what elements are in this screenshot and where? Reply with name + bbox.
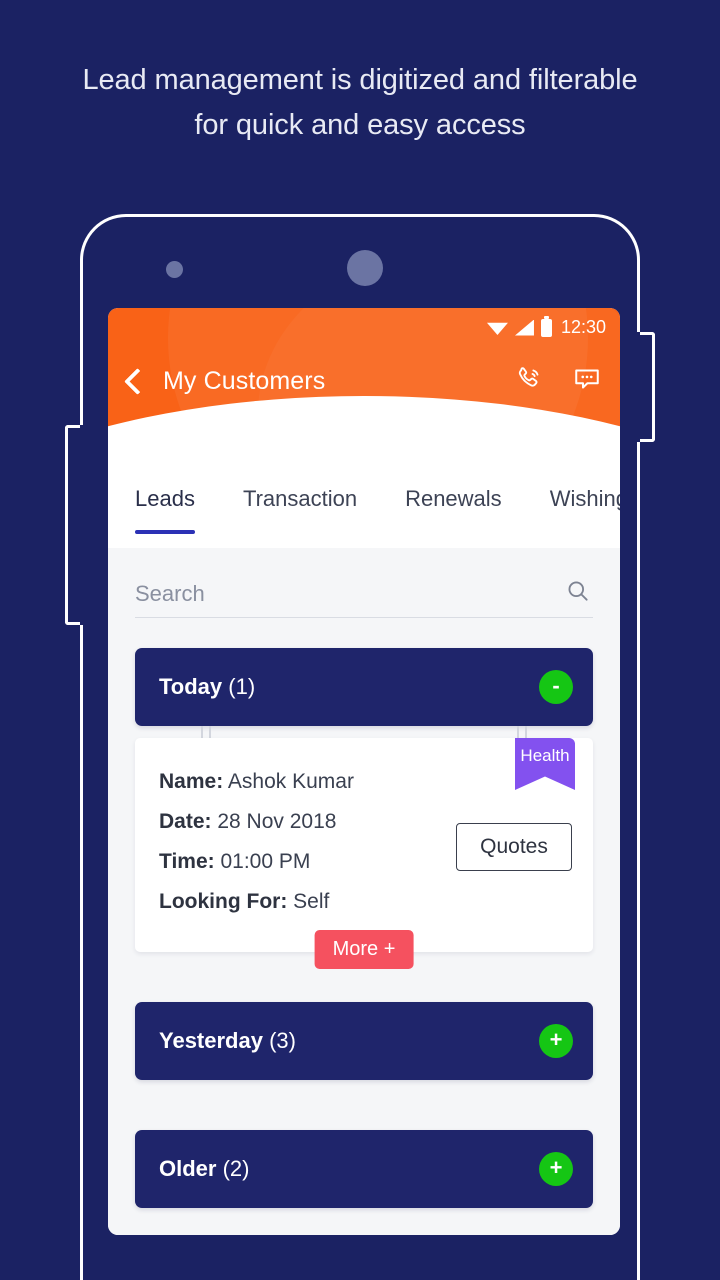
tick-mark (517, 726, 519, 738)
lead-value-looking-for: Self (293, 890, 330, 913)
header-actions (514, 364, 602, 399)
earpiece-speaker (347, 250, 383, 286)
app-screen: 12:30 My Customers Leads Transaction Ren… (108, 308, 620, 1235)
app-header: 12:30 My Customers (108, 308, 620, 458)
lead-label-looking-for: Looking For: (159, 890, 288, 913)
status-bar: 12:30 (486, 315, 606, 338)
section-title-yesterday: Yesterday (3) (159, 1028, 539, 1054)
volume-button-mask (80, 425, 86, 625)
tab-bar: Leads Transaction Renewals Wishing P (108, 458, 620, 548)
lead-label-date: Date: (159, 810, 212, 833)
phone-frame: 12:30 My Customers Leads Transaction Ren… (65, 214, 655, 1280)
section-toggle-today[interactable]: - (539, 670, 573, 704)
section-header-today[interactable]: Today (1) - (135, 648, 593, 726)
tick-mark (209, 726, 211, 738)
lead-value-name: Ashok Kumar (227, 770, 354, 793)
quotes-button[interactable]: Quotes (456, 823, 572, 871)
search-bar (135, 570, 593, 618)
status-bar-clock: 12:30 (560, 317, 606, 337)
lead-card[interactable]: Health Name: Ashok Kumar Date: 28 Nov 20… (135, 738, 593, 969)
section-name-older: Older (159, 1156, 217, 1181)
content-area: Today (1) - Health Name: Ashok Kumar (108, 548, 620, 1235)
tab-renewals[interactable]: Renewals (405, 458, 502, 512)
front-camera (166, 261, 183, 278)
tick-mark (201, 726, 203, 738)
section-count-older: (2) (222, 1156, 250, 1181)
lead-label-name: Name: (159, 770, 224, 793)
tab-transaction[interactable]: Transaction (243, 458, 357, 512)
section-name-today: Today (159, 674, 223, 699)
search-icon[interactable] (565, 578, 591, 609)
back-chevron-icon[interactable] (124, 367, 151, 395)
section-count-today: (1) (228, 674, 256, 699)
lead-value-date: 28 Nov 2018 (217, 810, 337, 833)
lead-value-time: 01:00 PM (220, 850, 311, 873)
promo-headline-line-2: for quick and easy access (194, 109, 526, 141)
section-toggle-yesterday[interactable]: + (539, 1024, 573, 1058)
promo-headline: Lead management is digitized and filtera… (0, 58, 720, 148)
tab-wishing[interactable]: Wishing P (550, 458, 620, 512)
section-header-older[interactable]: Older (2) + (135, 1130, 593, 1208)
signal-icon (514, 319, 534, 336)
lead-field-looking-for: Looking For: Self (159, 882, 569, 922)
lead-label-time: Time: (159, 850, 215, 873)
section-name-yesterday: Yesterday (159, 1028, 263, 1053)
title-bar: My Customers (108, 354, 620, 408)
tab-leads[interactable]: Leads (135, 458, 195, 534)
promo-headline-line-1: Lead management is digitized and filtera… (82, 64, 638, 96)
search-input[interactable] (135, 580, 593, 607)
power-button-mask (634, 332, 640, 442)
section-toggle-older[interactable]: + (539, 1152, 573, 1186)
section-title-older: Older (2) (159, 1156, 539, 1182)
card-connector-ticks (135, 726, 593, 738)
battery-icon (540, 315, 552, 337)
more-button[interactable]: More + (314, 930, 414, 969)
page-title: My Customers (163, 366, 326, 395)
chat-icon[interactable] (572, 364, 602, 399)
tick-mark (525, 726, 527, 738)
call-icon[interactable] (514, 364, 544, 399)
lead-field-name: Name: Ashok Kumar (159, 762, 569, 802)
section-header-yesterday[interactable]: Yesterday (3) + (135, 1002, 593, 1080)
section-count-yesterday: (3) (269, 1028, 296, 1053)
section-title-today: Today (1) (159, 674, 539, 700)
wifi-icon (486, 322, 508, 335)
